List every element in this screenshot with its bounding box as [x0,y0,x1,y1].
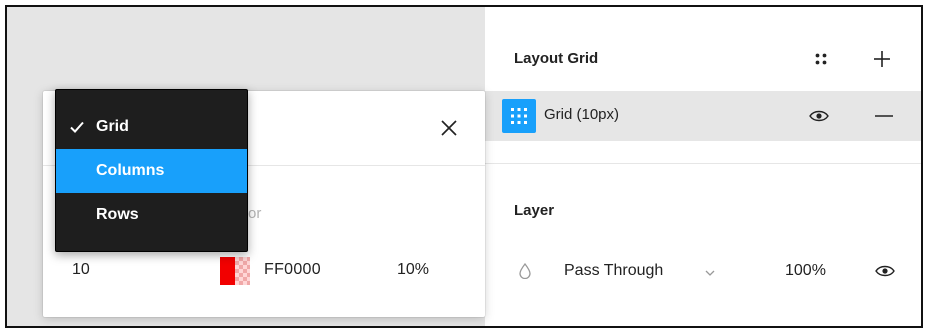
plus-icon [874,51,890,67]
checkmark-icon [69,119,85,135]
grid-settings-button[interactable] [502,99,536,133]
eye-icon [809,110,829,122]
remove-grid-button[interactable] [870,102,898,130]
grid-color-swatch[interactable] [220,257,250,285]
close-popup-button[interactable] [434,113,464,143]
grid-size-input[interactable]: 10 [72,261,90,279]
section-divider [485,163,921,164]
grid-label: Grid (10px) [544,106,620,123]
layout-grid-title: Layout Grid [514,50,599,67]
grid-color-hex-input[interactable]: FF0000 [264,261,321,279]
grid-list-item[interactable]: Grid (10px) [485,91,921,141]
add-grid-button[interactable] [868,45,896,73]
properties-panel: Layout Grid Grid (10px) Layer Pass Throu… [485,7,921,326]
menu-item-columns[interactable]: Columns [56,149,247,193]
grid-styles-button[interactable] [807,45,835,73]
blend-mode-label: Pass Through [564,262,664,279]
menu-item-grid[interactable]: Grid [56,105,247,149]
color-swatch-solid [220,257,235,285]
menu-item-label: Rows [96,206,139,223]
grid-visibility-toggle[interactable] [805,102,833,130]
layer-opacity-input[interactable]: 100% [785,262,826,280]
eye-icon [875,265,895,277]
grid-icon [511,108,527,124]
menu-item-label: Grid [96,118,129,135]
blend-mode-icon [518,262,532,280]
four-dots-icon [815,53,827,65]
window-frame: Layout Grid Grid (10px) Layer Pass Throu… [5,5,923,328]
menu-item-rows[interactable]: Rows [56,193,247,237]
close-icon [441,120,457,136]
menu-item-label: Columns [96,162,165,179]
minus-icon [875,115,893,117]
color-field-label: or [248,205,262,222]
color-swatch-transparency [235,257,250,285]
grid-type-menu: Grid Columns Rows [55,89,248,252]
chevron-down-icon [704,266,716,278]
layer-visibility-toggle[interactable] [871,257,899,285]
layer-title: Layer [514,202,555,219]
grid-opacity-input[interactable]: 10% [397,261,429,279]
